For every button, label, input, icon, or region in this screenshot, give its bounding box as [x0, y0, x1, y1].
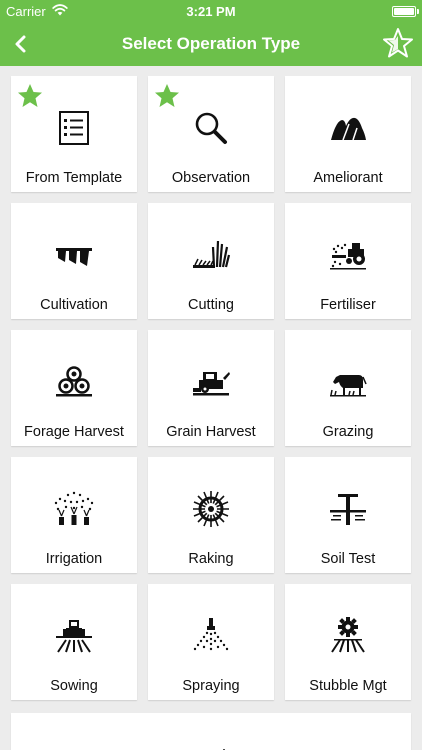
page-title: Select Operation Type: [121, 34, 301, 53]
tractor-spreader-icon: [330, 243, 366, 270]
stubble-gear-icon: [331, 617, 365, 653]
checklist-icon: [59, 111, 89, 145]
tile-forage-harvest[interactable]: Forage Harvest: [11, 330, 137, 446]
combine-harvester-icon: [193, 372, 230, 396]
tile-raking[interactable]: Raking: [148, 457, 274, 573]
hay-bales-icon: [56, 366, 92, 397]
seeder-tractor-icon: [56, 620, 92, 653]
status-bar: Carrier 3:21 PM: [0, 0, 422, 22]
nav-bar: Select Operation Type: [0, 22, 422, 66]
tile-label: Soil Test: [320, 551, 376, 567]
tile-grain-harvest[interactable]: Grain Harvest: [148, 330, 274, 446]
favorite-star-icon: [155, 84, 179, 107]
tile-label: Cutting: [188, 297, 234, 313]
tile-cutting[interactable]: Cutting: [148, 203, 274, 319]
tile-label: Forage Harvest: [24, 424, 124, 440]
tile-label: Grazing: [322, 424, 374, 440]
cow-icon: [330, 375, 367, 397]
operation-grid: From Template Observation Ameliorant Cul…: [11, 76, 411, 700]
tile-label: Cultivation: [40, 297, 108, 313]
tile-soil-test[interactable]: Soil Test: [285, 457, 411, 573]
tile-from-template[interactable]: From Template: [11, 76, 137, 192]
tile-observation[interactable]: Observation: [148, 76, 274, 192]
partial-icon: [223, 749, 225, 750]
tile-partial-next[interactable]: [11, 713, 411, 750]
tile-label: Raking: [188, 551, 234, 567]
spray-nozzle-icon: [193, 618, 229, 651]
battery-icon: [392, 6, 416, 17]
tile-label: Ameliorant: [313, 170, 383, 186]
tile-label: Spraying: [182, 678, 240, 694]
sprinklers-icon: [54, 491, 94, 525]
tile-cultivation[interactable]: Cultivation: [11, 203, 137, 319]
mower-grass-icon: [193, 240, 231, 268]
tile-label: Grain Harvest: [166, 424, 256, 440]
tile-label: Stubble Mgt: [309, 678, 387, 694]
battery-tip: [417, 9, 419, 14]
tile-grazing[interactable]: Grazing: [285, 330, 411, 446]
tile-label: From Template: [25, 170, 123, 186]
favorite-star-icon: [18, 84, 42, 107]
tile-label: Observation: [171, 170, 251, 186]
tile-label: Fertiliser: [320, 297, 376, 313]
tile-irrigation[interactable]: Irrigation: [11, 457, 137, 573]
lime-pile-icon: [331, 117, 366, 141]
status-time: 3:21 PM: [186, 4, 236, 19]
tile-label: Sowing: [50, 678, 98, 694]
rake-wheel-icon: [193, 491, 229, 527]
plough-icon: [56, 248, 92, 266]
soil-probe-icon: [330, 494, 366, 525]
tile-sowing[interactable]: Sowing: [11, 584, 137, 700]
tile-ameliorant[interactable]: Ameliorant: [285, 76, 411, 192]
tile-stubble-mgt[interactable]: Stubble Mgt: [285, 584, 411, 700]
tile-fertiliser[interactable]: Fertiliser: [285, 203, 411, 319]
favorites-star-icon[interactable]: [382, 27, 414, 59]
tile-spraying[interactable]: Spraying: [148, 584, 274, 700]
magnifier-icon: [195, 112, 227, 144]
tile-label: Irrigation: [45, 551, 103, 567]
